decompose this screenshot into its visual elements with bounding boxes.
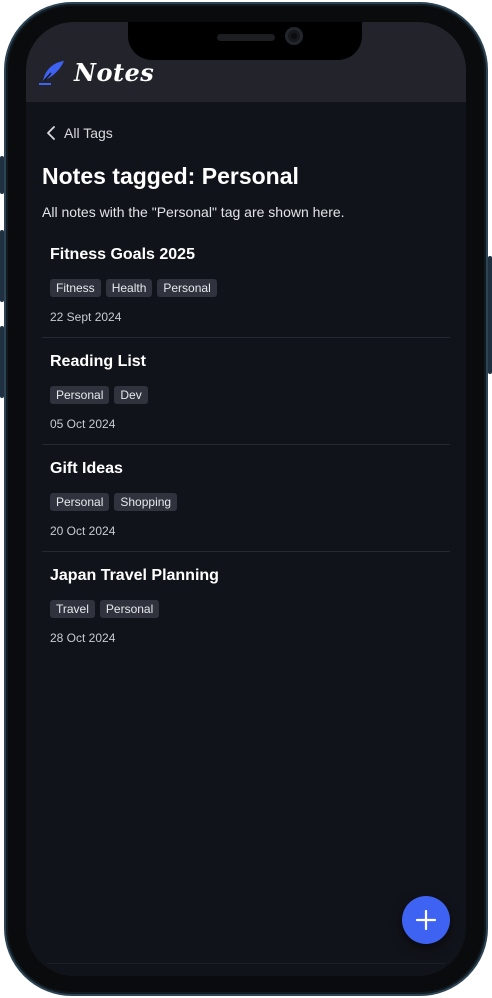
speaker-grille [217, 34, 275, 41]
tag-chip[interactable]: Health [105, 279, 153, 297]
note-item-fitness-goals[interactable]: Fitness Goals 2025 Fitness Health Person… [42, 231, 450, 338]
note-title: Reading List [50, 353, 147, 370]
note-item-japan-travel[interactable]: Japan Travel Planning Travel Personal 28… [42, 552, 450, 658]
tag-chip[interactable]: Personal [157, 279, 217, 297]
app-title: Notes [74, 58, 155, 87]
page-subtitle: All notes with the "Personal" tag are sh… [42, 204, 345, 220]
note-item-reading-list[interactable]: Reading List Personal Dev 05 Oct 2024 [42, 338, 450, 445]
note-title: Japan Travel Planning [50, 567, 219, 584]
tag-chip[interactable]: Personal [50, 386, 110, 404]
bottom-divider [46, 963, 446, 964]
back-link-label: All Tags [64, 125, 113, 141]
tag-chip[interactable]: Personal [99, 600, 160, 618]
tag-chip[interactable]: Shopping [114, 493, 178, 511]
brand[interactable]: Notes [38, 58, 154, 87]
note-date: 28 Oct 2024 [50, 631, 116, 645]
tag-chip[interactable]: Personal [50, 493, 110, 511]
main-content: All Tags Notes tagged: Personal All note… [42, 122, 450, 658]
note-title: Gift Ideas [50, 460, 123, 477]
note-tags: Personal Dev [50, 386, 442, 404]
note-date: 20 Oct 2024 [50, 524, 116, 538]
note-list: Fitness Goals 2025 Fitness Health Person… [42, 231, 450, 658]
tag-chip[interactable]: Fitness [50, 279, 101, 297]
note-title: Fitness Goals 2025 [50, 246, 195, 263]
phone-frame: Notes All Tags Notes tagged: Personal Al… [0, 0, 492, 998]
front-camera [285, 27, 303, 45]
app-screen: Notes All Tags Notes tagged: Personal Al… [26, 22, 466, 976]
note-item-gift-ideas[interactable]: Gift Ideas Personal Shopping 20 Oct 2024 [42, 445, 450, 552]
back-to-all-tags-link[interactable]: All Tags [46, 122, 450, 144]
page-title: Notes tagged: Personal [42, 163, 299, 189]
tag-chip[interactable]: Dev [114, 386, 148, 404]
note-tags: Travel Personal [50, 600, 442, 618]
power-button [488, 256, 492, 374]
note-date: 22 Sept 2024 [50, 310, 122, 324]
plus-icon [415, 909, 437, 931]
feather-pen-icon [38, 59, 66, 87]
notch [128, 22, 362, 60]
chevron-left-icon [46, 126, 56, 140]
note-date: 05 Oct 2024 [50, 417, 116, 431]
note-tags: Fitness Health Personal [50, 279, 442, 297]
note-tags: Personal Shopping [50, 493, 442, 511]
tag-chip[interactable]: Travel [50, 600, 95, 618]
add-note-button[interactable] [402, 896, 450, 944]
